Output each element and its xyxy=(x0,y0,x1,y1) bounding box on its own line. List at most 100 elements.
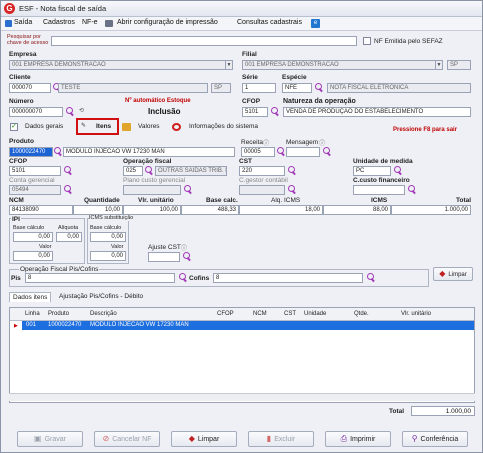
item-cfop-search-icon[interactable] xyxy=(64,166,73,175)
col-cst[interactable]: CST xyxy=(284,311,296,317)
serie-input[interactable]: 1 xyxy=(242,83,276,93)
c-contabil-input[interactable] xyxy=(239,185,285,195)
ajuste-cst-label: Ajuste CST xyxy=(148,244,181,251)
menu-saida[interactable]: Saída xyxy=(14,19,32,26)
imprimir-button[interactable]: ⎙ Imprimir xyxy=(325,431,391,447)
subtab-ajustes[interactable]: Ajustação Pis/Cofins - Débito xyxy=(56,292,146,301)
filial-dropdown-icon[interactable]: ▼ xyxy=(435,60,443,70)
menu-consultas[interactable]: Consultas cadastrais xyxy=(237,19,302,26)
vlr-unitario-input[interactable]: 100,00 xyxy=(123,205,181,215)
subtab-dados-itens[interactable]: Dados itens xyxy=(9,292,52,302)
produto-label: Produto xyxy=(9,138,34,145)
app-window: G ESF - Nota fiscal de saída Saída Cadas… xyxy=(0,0,483,453)
mensagem-search-icon[interactable] xyxy=(323,147,332,156)
st-base-input[interactable]: 0,00 xyxy=(90,232,126,242)
cliente-code-input[interactable]: 000070 xyxy=(9,83,51,93)
cofins-input[interactable]: 8 xyxy=(213,273,363,283)
receita-search-icon[interactable] xyxy=(277,147,286,156)
op-fiscal-code-input[interactable]: 025 xyxy=(123,166,143,176)
col-produto[interactable]: Produto xyxy=(48,311,69,317)
c-custo-search-icon[interactable] xyxy=(408,185,417,194)
window-title: ESF - Nota fiscal de saída xyxy=(19,4,107,13)
tab-informacoes[interactable]: Informações do sistema xyxy=(189,123,258,130)
ipi-base-input[interactable]: 0,00 xyxy=(13,232,53,242)
ncm-input[interactable]: 84138090 xyxy=(9,205,73,215)
menu-nfe[interactable]: NF-e xyxy=(82,19,98,26)
cfop-search-icon[interactable] xyxy=(271,107,280,116)
natureza-input[interactable]: VENDA DE PRODUÇÃO DO ESTABELECIMENTO xyxy=(283,107,471,117)
mensagem-label: Mensagem xyxy=(286,139,319,146)
numero-search-icon[interactable] xyxy=(66,107,75,116)
pis-input[interactable]: 8 xyxy=(25,273,175,283)
c-custo-input[interactable] xyxy=(353,185,405,195)
col-descricao[interactable]: Descrição xyxy=(90,311,117,317)
nf-emitida-checkbox[interactable] xyxy=(363,37,371,45)
limpar-button[interactable]: ◆ Limpar xyxy=(171,431,237,447)
empresa-dropdown-icon[interactable]: ▼ xyxy=(225,60,233,70)
mensagem-input[interactable] xyxy=(286,147,320,157)
col-linha[interactable]: Linha xyxy=(25,311,40,317)
receita-input[interactable]: 00005 xyxy=(241,147,275,157)
cancelar-nf-button[interactable]: ⊘ Cancelar NF xyxy=(94,431,160,447)
quantidade-input[interactable]: 10,00 xyxy=(73,205,123,215)
table-row[interactable]: 001 1000022470 MODULO INJECAO VW 17230 M… xyxy=(22,321,474,330)
receita-label: Receita xyxy=(241,139,264,146)
conta-gerencial-input[interactable]: 05494 xyxy=(9,185,61,195)
refresh-icon[interactable]: ⟲ xyxy=(79,107,84,114)
ajuste-cst-input[interactable] xyxy=(148,252,180,262)
tab-itens[interactable]: Itens xyxy=(96,123,111,130)
pis-search-icon[interactable] xyxy=(179,273,188,282)
ipi-valor-input[interactable]: 0,00 xyxy=(13,251,53,261)
col-vlr-unitario[interactable]: Vlr. unitário xyxy=(401,311,431,317)
cofins-label: Cofins xyxy=(189,275,210,282)
info-icon xyxy=(172,123,181,131)
cfop-input[interactable]: 5101 xyxy=(242,107,268,117)
unidade-input[interactable]: PC xyxy=(353,166,391,176)
col-unidade[interactable]: Unidade xyxy=(304,311,326,317)
grid-horizontal-scrollbar[interactable] xyxy=(9,393,475,401)
especie-code-input[interactable]: NFE xyxy=(282,83,312,93)
row-pointer-icon: ▶ xyxy=(14,323,18,329)
cst-input[interactable]: 220 xyxy=(239,166,285,176)
col-ncm[interactable]: NCM xyxy=(253,311,267,317)
produto-description[interactable]: MODULO INJECAO VW 17230 MAN xyxy=(63,147,235,157)
items-grid[interactable]: Linha Produto Descrição CFOP NCM CST Uni… xyxy=(9,307,475,403)
produto-code-input[interactable]: 1000022470 xyxy=(9,147,53,157)
tab-dados-gerais[interactable]: Dados gerais xyxy=(25,123,63,130)
plano-custo-search-icon[interactable] xyxy=(184,185,193,194)
receita-info-icon: ⓘ xyxy=(263,141,270,147)
unidade-label: Unidade de medida xyxy=(353,158,413,165)
filial-select[interactable]: 001 EMPRESA DEMONSTRACAO xyxy=(242,60,442,70)
help-icon[interactable]: e xyxy=(311,19,320,28)
cofins-search-icon[interactable] xyxy=(367,273,376,282)
menu-cadastros[interactable]: Cadastros xyxy=(43,19,75,26)
menu-abrir-config[interactable]: Abrir configuração de impressão xyxy=(117,19,218,26)
cst-search-icon[interactable] xyxy=(288,166,297,175)
excluir-button[interactable]: ▮ Excluir xyxy=(248,431,314,447)
col-qtde[interactable]: Qtde. xyxy=(354,311,369,317)
c-contabil-search-icon[interactable] xyxy=(288,185,297,194)
op-fiscal-search-icon[interactable] xyxy=(145,166,154,175)
tab-valores[interactable]: Valores xyxy=(138,123,160,130)
col-cfop[interactable]: CFOP xyxy=(217,311,234,317)
base-calc-input[interactable]: 488,33 xyxy=(181,205,239,215)
cliente-label: Cliente xyxy=(9,74,31,81)
gravar-button[interactable]: ▣ Gravar xyxy=(17,431,83,447)
access-key-input[interactable] xyxy=(51,36,357,46)
conferencia-button[interactable]: ⚲ Conferência xyxy=(402,431,468,447)
conta-gerencial-search-icon[interactable] xyxy=(64,185,73,194)
plano-custo-input[interactable] xyxy=(123,185,181,195)
ipi-aliquota-input[interactable]: 0,00 xyxy=(56,232,82,242)
unidade-search-icon[interactable] xyxy=(394,166,403,175)
produto-search-icon[interactable] xyxy=(54,147,63,156)
especie-search-icon[interactable] xyxy=(315,83,324,92)
icms-input[interactable]: 88,00 xyxy=(323,205,391,215)
search-key-label: Pesquisar por chave de acesso xyxy=(7,34,49,46)
empresa-select[interactable]: 001 EMPRESA DEMONSTRACAO xyxy=(9,60,231,70)
numero-input[interactable]: 000000070 xyxy=(9,107,63,117)
ajuste-cst-search-icon[interactable] xyxy=(183,252,192,261)
st-valor-input[interactable]: 0,00 xyxy=(90,251,126,261)
item-limpar-button[interactable]: ◆ Limpar xyxy=(433,267,473,281)
aliq-icms-input[interactable]: 18,00 xyxy=(239,205,323,215)
item-cfop-input[interactable]: 5101 xyxy=(9,166,61,176)
